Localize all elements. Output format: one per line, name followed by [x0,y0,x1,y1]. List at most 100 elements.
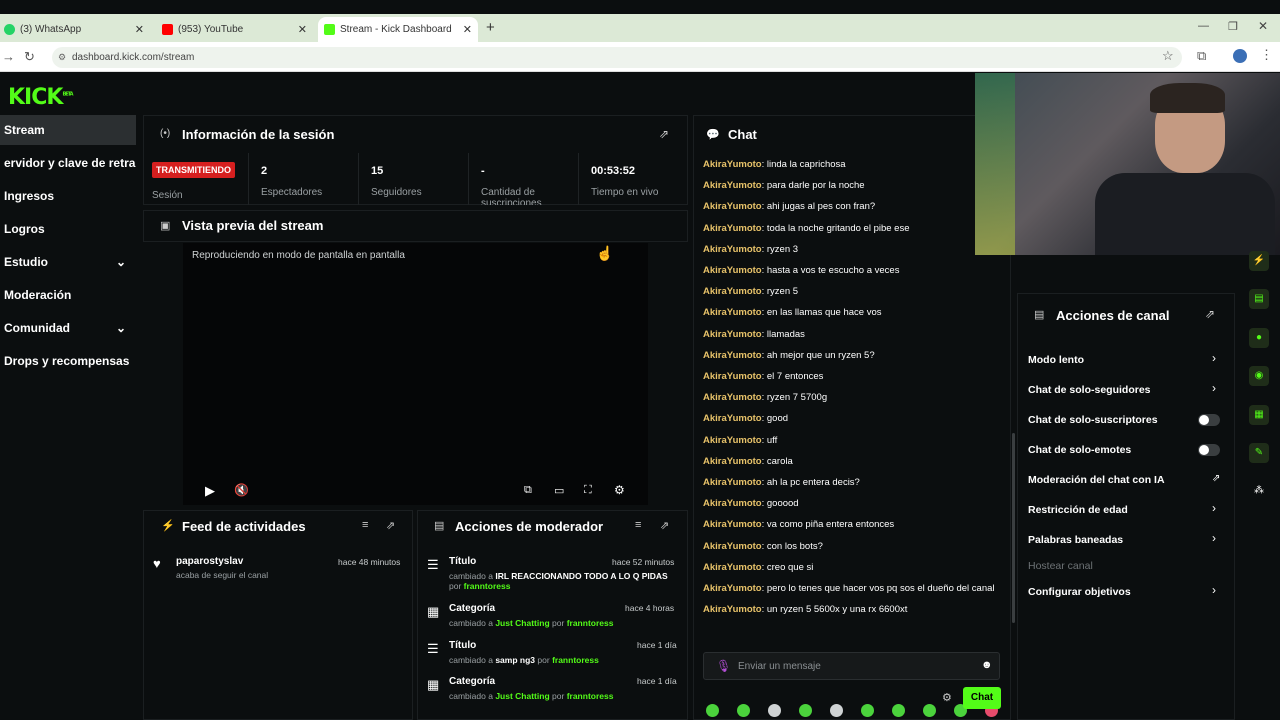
chat-send-button[interactable]: Chat [963,687,1001,709]
banned-words-item[interactable]: Palabras baneadas [1028,534,1123,546]
chat-username[interactable]: AkiraYumoto [703,201,762,212]
emote-icon[interactable] [923,704,936,717]
close-icon[interactable]: ✕ [135,23,144,36]
settings-gear-icon[interactable]: ⚙ [614,483,625,497]
mod-value[interactable]: Just Chatting [495,618,549,628]
chat-username[interactable]: AkiraYumoto [703,223,762,234]
chat-username[interactable]: AkiraYumoto [703,350,762,361]
chevron-right-icon[interactable]: › [1212,583,1216,597]
tab-youtube[interactable]: (953) YouTube ✕ [158,17,313,42]
emote-icon[interactable] [892,704,905,717]
menu-icon[interactable]: ⋮ [1260,47,1273,63]
subs-only-toggle[interactable] [1198,414,1220,426]
microphone-icon[interactable]: 🎙 [716,659,731,673]
chat-username[interactable]: AkiraYumoto [703,583,762,594]
site-info-icon[interactable]: ⚙ [58,47,66,68]
sidebar-item-server-key[interactable]: ervidor y clave de retransmisión [0,148,136,178]
popout-icon[interactable]: ⇗ [659,127,669,141]
feed-user[interactable]: paparostyslav [176,556,243,567]
play-icon[interactable]: ▶ [205,483,215,499]
chat-username[interactable]: AkiraYumoto [703,413,762,424]
filter-icon[interactable]: ≡ [362,519,368,531]
filter-icon[interactable]: ≡ [635,519,641,531]
age-restriction-item[interactable]: Restricción de edad [1028,504,1128,516]
restore-icon[interactable]: ❐ [1228,20,1238,33]
emote-icon[interactable] [768,704,781,717]
sidebar-item-comunidad[interactable]: Comunidad ⌄ [0,313,136,343]
emote-icon[interactable] [861,704,874,717]
goals-item[interactable]: Configurar objetivos [1028,586,1131,598]
video-player[interactable] [183,243,648,505]
chevron-right-icon[interactable]: › [1212,501,1216,515]
sidebar-item-logros[interactable]: Logros [0,214,136,244]
sidebar-item-drops[interactable]: Drops y recompensas [0,346,136,376]
ai-moderation-item[interactable]: Moderación del chat con IA [1028,474,1165,486]
popout-icon[interactable]: ⇗ [660,519,669,532]
nodes-icon[interactable]: ⁂ [1249,481,1269,501]
chat-username[interactable]: AkiraYumoto [703,329,762,340]
slow-mode-item[interactable]: Modo lento [1028,354,1084,366]
wrench-icon[interactable]: ✎ [1249,443,1269,463]
emote-icon[interactable] [737,704,750,717]
fullscreen-icon[interactable]: ⛶ [584,484,592,497]
chevron-right-icon[interactable]: › [1212,351,1216,365]
chat-settings-icon[interactable]: ⚙ [942,691,952,704]
kick-logo[interactable]: KICKBETA [8,85,74,110]
sidebar-item-ingresos[interactable]: Ingresos [0,181,136,211]
broadcast-icon[interactable]: ◉ [1249,366,1269,386]
minimize-icon[interactable]: — [1198,20,1209,32]
sidebar-item-estudio[interactable]: Estudio ⌄ [0,247,136,277]
close-icon[interactable]: ✕ [298,23,307,36]
chat-scrollbar[interactable] [1012,433,1015,623]
mod-user[interactable]: franntoress [567,618,614,628]
chat-username[interactable]: AkiraYumoto [703,562,762,573]
bolt-icon[interactable]: ⚡ [1249,251,1269,271]
chat-input[interactable]: 🎙 Enviar un mensaje ☻ [703,652,1000,680]
document-icon[interactable]: ▤ [1249,289,1269,309]
window-close-icon[interactable]: ✕ [1258,19,1268,33]
mod-user[interactable]: franntoress [552,655,599,665]
mod-user[interactable]: franntoress [567,691,614,701]
chat-username[interactable]: AkiraYumoto [703,244,762,255]
followers-only-item[interactable]: Chat de solo-seguidores [1028,384,1151,396]
chat-username[interactable]: AkiraYumoto [703,265,762,276]
chat-username[interactable]: AkiraYumoto [703,498,762,509]
back-icon[interactable]: → [2,49,15,64]
chat-username[interactable]: AkiraYumoto [703,180,762,191]
extensions-icon[interactable]: ⧉ [1197,48,1206,64]
chat-username[interactable]: AkiraYumoto [703,456,762,467]
emote-icon[interactable] [706,704,719,717]
chat-username[interactable]: AkiraYumoto [703,371,762,382]
close-icon[interactable]: ✕ [463,23,472,36]
tab-kick-dashboard[interactable]: Stream - Kick Dashboard ✕ [318,17,478,42]
new-tab-icon[interactable]: + [486,19,495,36]
sidebar-item-stream[interactable]: Stream [0,115,136,145]
emote-icon[interactable] [830,704,843,717]
url-field[interactable]: ⚙ dashboard.kick.com/stream [52,47,1182,68]
chat-username[interactable]: AkiraYumoto [703,519,762,530]
emote-icon[interactable] [799,704,812,717]
bookmark-star-icon[interactable]: ☆ [1162,48,1174,64]
external-link-icon[interactable]: ⇗ [1212,473,1220,484]
pip-icon[interactable]: ⧉ [524,484,532,497]
chat-username[interactable]: AkiraYumoto [703,477,762,488]
chat-username[interactable]: AkiraYumoto [703,286,762,297]
popout-icon[interactable]: ⇗ [386,519,395,532]
mute-icon[interactable]: 🔇 [234,483,249,497]
mod-user[interactable]: franntoress [464,581,511,591]
emoji-icon[interactable]: ☻ [981,659,993,671]
chevron-right-icon[interactable]: › [1212,381,1216,395]
chat-username[interactable]: AkiraYumoto [703,307,762,318]
mod-value[interactable]: Just Chatting [495,691,549,701]
sidebar-item-moderacion[interactable]: Moderación [0,280,136,310]
popout-icon[interactable]: ⇗ [1205,307,1215,321]
chat-username[interactable]: AkiraYumoto [703,541,762,552]
chat-bubble-icon[interactable]: ● [1249,328,1269,348]
profile-avatar[interactable] [1233,49,1247,63]
category-icon[interactable]: ▦ [1249,405,1269,425]
chat-username[interactable]: AkiraYumoto [703,392,762,403]
tab-whatsapp[interactable]: (3) WhatsApp ✕ [0,17,150,42]
chevron-right-icon[interactable]: › [1212,531,1216,545]
theater-icon[interactable]: ▭ [554,484,564,497]
chat-username[interactable]: AkiraYumoto [703,159,762,170]
